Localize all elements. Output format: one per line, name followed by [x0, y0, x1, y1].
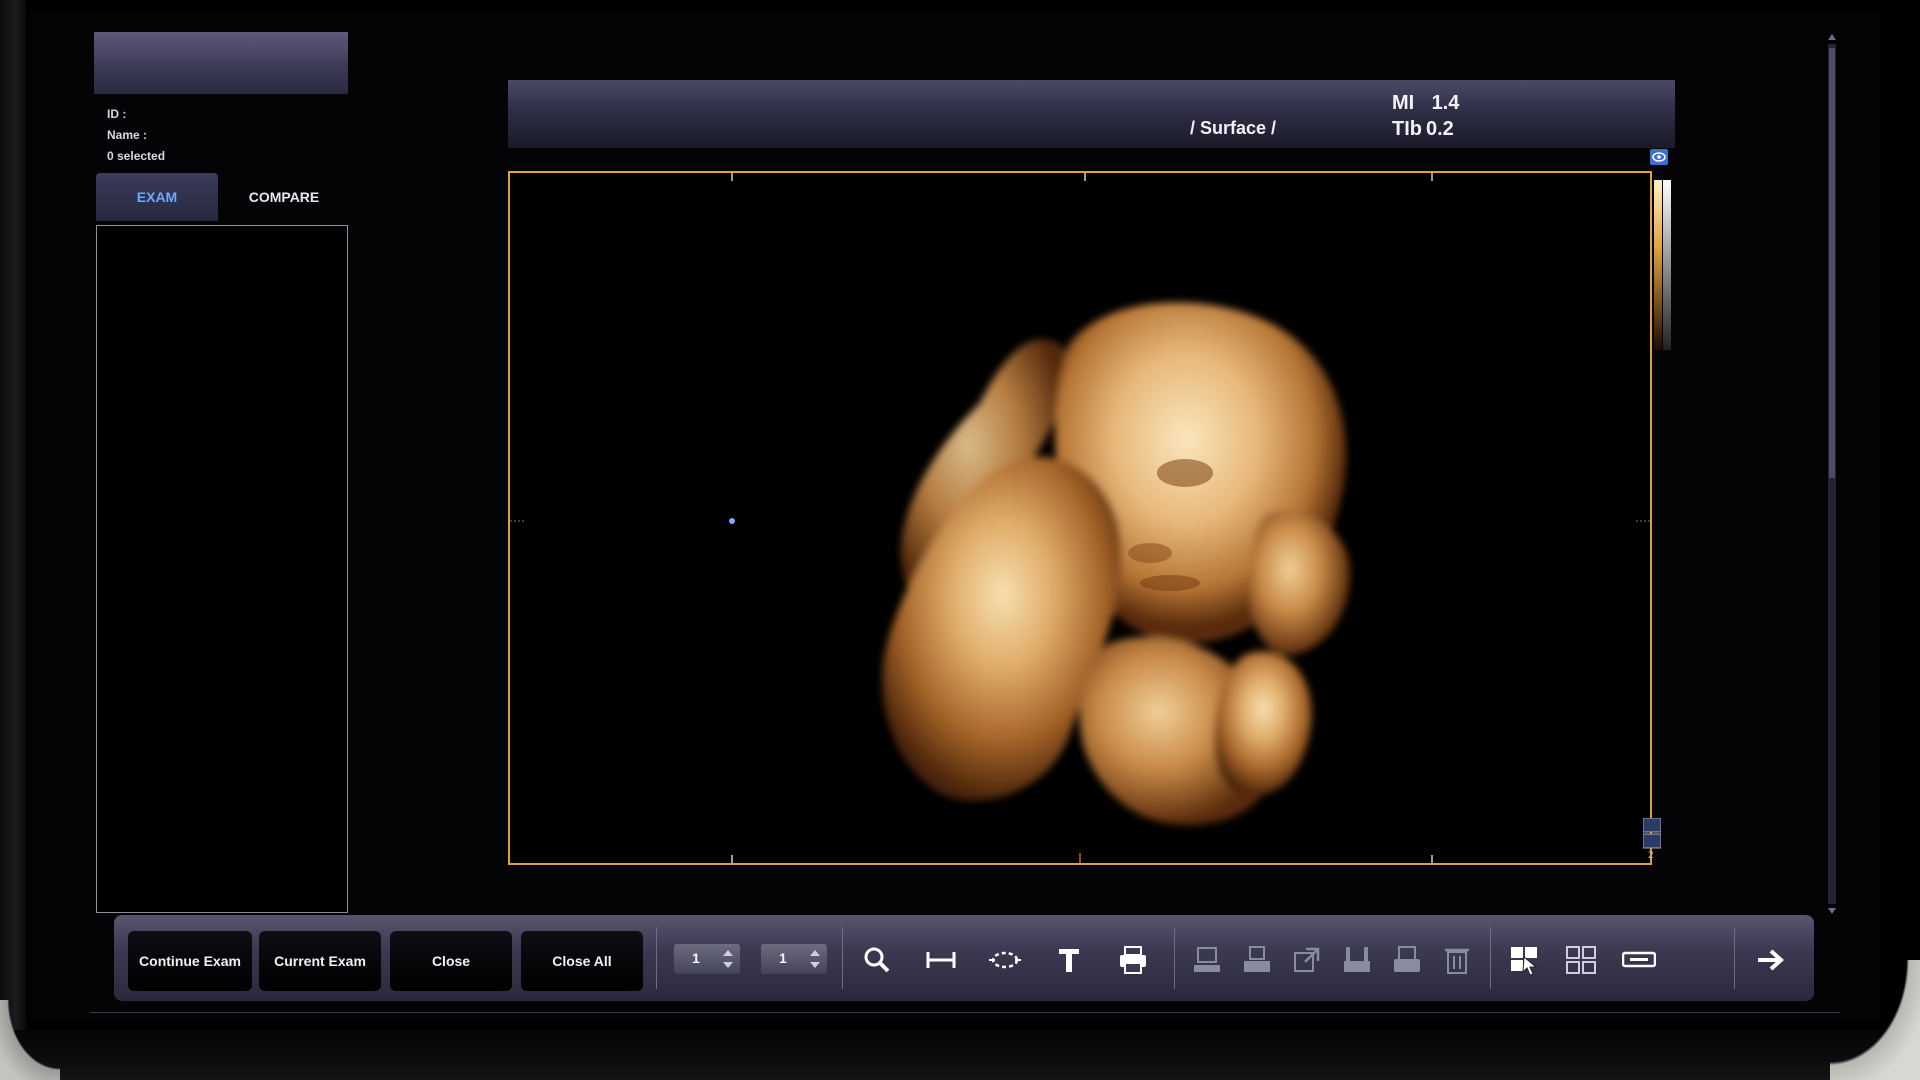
page-spinner-2-value: 1: [779, 950, 787, 966]
open-external-icon[interactable]: [1290, 943, 1324, 977]
save-icon[interactable]: [1340, 943, 1374, 977]
current-exam-button[interactable]: Current Exam: [259, 931, 381, 991]
acoustic-readouts: MI 1.4 TIb 0.2: [1392, 90, 1466, 142]
tib-value: 0.2: [1426, 118, 1454, 140]
spinner-arrows-icon[interactable]: [720, 947, 736, 971]
scale-indicator: 2: [1642, 817, 1662, 866]
monitor-corner-left: [0, 1000, 60, 1080]
layout-grid-icon[interactable]: [1564, 943, 1598, 977]
tab-bar: EXAM COMPARE: [96, 173, 348, 221]
scale-level-label: 2: [1648, 850, 1654, 861]
send-icon[interactable]: [1240, 943, 1274, 977]
toolbar-separator: [656, 927, 657, 989]
render-mode-label: / Surface /: [1190, 118, 1277, 138]
close-all-button[interactable]: Close All: [521, 931, 643, 991]
page-spinner-2[interactable]: 1: [761, 944, 827, 974]
status-divider: [90, 1012, 1840, 1013]
delete-icon[interactable]: [1440, 943, 1474, 977]
toolbar-separator: [1174, 927, 1175, 989]
page-spinner-1-value: 1: [692, 950, 700, 966]
patient-name-label: Name :: [107, 128, 148, 142]
continue-exam-button[interactable]: Continue Exam: [128, 931, 252, 991]
mi-value: 1.4: [1431, 92, 1460, 114]
patient-id-label: ID :: [107, 107, 127, 121]
monitor-bezel-left: [0, 0, 26, 1080]
image-header-bar: [508, 80, 1675, 148]
patient-info: ID : Name : 0 selected: [107, 104, 165, 167]
tab-exam[interactable]: EXAM: [96, 173, 218, 221]
close-button[interactable]: Close: [390, 931, 512, 991]
ultrasound-viewport[interactable]: [508, 171, 1652, 865]
report-icon[interactable]: [1390, 943, 1424, 977]
text-annotation-icon[interactable]: [1052, 943, 1086, 977]
monitor-bezel-bottom: [0, 1030, 1920, 1080]
selection-count: 0 selected: [107, 149, 166, 163]
page-spinner-1[interactable]: 1: [674, 944, 740, 974]
toolbar-separator: [842, 927, 843, 989]
thumbnail-panel[interactable]: [96, 225, 348, 913]
measure-distance-icon[interactable]: [924, 943, 958, 977]
export-icon[interactable]: [1190, 943, 1224, 977]
vertical-scrollbar[interactable]: [1826, 34, 1838, 914]
bottom-toolbar: Continue Exam Current Exam Close Close A…: [114, 915, 1814, 1001]
toolbar-separator: [1490, 927, 1491, 989]
ultrasound-3d-image: [510, 173, 1650, 863]
patient-header-bar: [94, 32, 348, 94]
select-icon[interactable]: [1508, 943, 1542, 977]
keyboard-icon[interactable]: [1622, 943, 1656, 977]
print-icon[interactable]: [1116, 943, 1150, 977]
tab-compare[interactable]: COMPARE: [220, 173, 348, 221]
magnify-icon[interactable]: [860, 943, 894, 977]
tib-label: TIb: [1392, 118, 1422, 140]
monitor-corner-right: [1830, 960, 1920, 1080]
measure-ellipse-icon[interactable]: [988, 943, 1022, 977]
mi-label: MI: [1392, 92, 1415, 114]
toolbar-separator: [1734, 927, 1735, 989]
view-icon[interactable]: [1650, 149, 1668, 165]
color-map-bar: [1654, 180, 1671, 350]
next-arrow-icon[interactable]: [1754, 943, 1788, 977]
spinner-arrows-icon[interactable]: [807, 947, 823, 971]
